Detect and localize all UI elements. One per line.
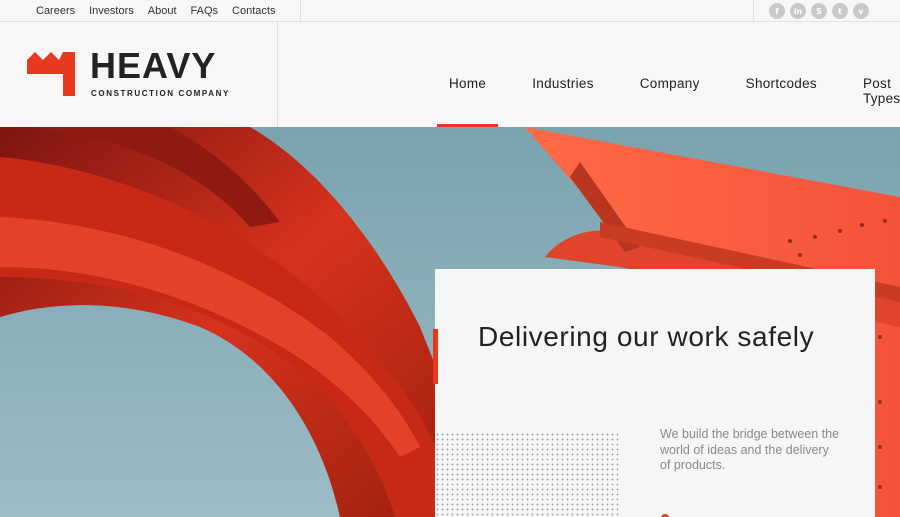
nav-item-post-types[interactable]: Post Types	[851, 76, 900, 106]
top-bar: Careers Investors About FAQs Contacts f …	[0, 0, 900, 22]
top-link-about[interactable]: About	[148, 5, 177, 17]
top-link-investors[interactable]: Investors	[89, 5, 134, 17]
logo-mark-icon[interactable]	[27, 52, 75, 101]
divider	[300, 0, 301, 22]
hero-description: We build the bridge between the world of…	[660, 427, 840, 472]
dot-pattern	[435, 432, 621, 517]
vimeo-icon[interactable]: v	[853, 3, 869, 19]
top-link-faqs[interactable]: FAQs	[191, 5, 219, 17]
site-header: HEAVY CONSTRUCTION COMPANY Home Industri…	[0, 22, 900, 127]
facebook-icon[interactable]: f	[769, 3, 785, 19]
card-accent-bar	[433, 329, 438, 384]
top-links: Careers Investors About FAQs Contacts	[36, 0, 289, 22]
hero-card: Delivering our work safely We build the …	[435, 269, 875, 517]
main-nav: Home Industries Company Shortcodes Post …	[437, 76, 900, 127]
twitter-icon[interactable]: t	[832, 3, 848, 19]
social-links: f in S t v	[769, 3, 869, 19]
hero-title: Delivering our work safely	[478, 321, 815, 352]
top-link-careers[interactable]: Careers	[36, 5, 75, 17]
divider	[277, 22, 278, 127]
linkedin-icon[interactable]: in	[790, 3, 806, 19]
nav-item-shortcodes[interactable]: Shortcodes	[734, 76, 829, 106]
nav-item-industries[interactable]: Industries	[520, 76, 606, 106]
nav-item-home[interactable]: Home	[437, 76, 499, 127]
skype-icon[interactable]: S	[811, 3, 827, 19]
divider	[753, 0, 754, 22]
nav-item-company[interactable]: Company	[628, 76, 712, 106]
top-link-contacts[interactable]: Contacts	[232, 5, 275, 17]
logo-title[interactable]: HEAVY	[90, 46, 216, 86]
logo-tagline: CONSTRUCTION COMPANY	[91, 89, 230, 98]
